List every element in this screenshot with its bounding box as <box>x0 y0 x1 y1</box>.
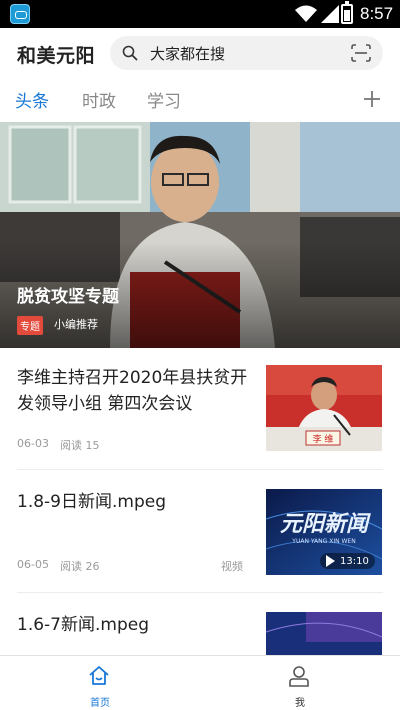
video-duration-badge: 13:10 <box>320 553 375 569</box>
nav-label-me: 我 <box>295 698 305 709</box>
battery-icon <box>341 1 353 24</box>
nav-item-home[interactable]: 首页 <box>0 656 200 710</box>
news-type-label: 视频 <box>221 560 243 573</box>
banner-title: 脱贫攻坚专题 <box>17 287 119 307</box>
search-icon <box>122 45 138 61</box>
banner-tag-badge: 专题 <box>17 316 43 335</box>
thumb-subtitle-text: YUAN YANG XIN WEN <box>291 538 355 545</box>
nav-item-me[interactable]: 我 <box>200 656 400 710</box>
news-title[interactable]: 李维主持召开2020年县扶贫开发领导小组 第四次会议 <box>17 365 249 417</box>
home-icon <box>89 666 109 685</box>
news-title[interactable]: 1.6-7新闻.mpeg <box>17 612 249 638</box>
video-thumbnail[interactable]: 元阳新闻 YUAN YANG XIN WEN 13:10 <box>266 489 382 575</box>
status-time: 8:57 <box>360 4 394 23</box>
search-box[interactable]: 大家都在搜 <box>110 36 383 70</box>
video-duration: 13:10 <box>340 556 369 567</box>
app-header: 和美元阳 大家都在搜 <box>0 28 400 78</box>
tab-study[interactable]: 学习 <box>147 87 181 112</box>
banner-subtitle: 小编推荐 <box>54 318 98 331</box>
wifi-icon <box>295 5 317 22</box>
news-date: 06-03 <box>17 437 49 450</box>
tab-politics[interactable]: 时政 <box>82 87 116 112</box>
play-icon <box>326 555 335 567</box>
video-thumbnail[interactable] <box>266 612 382 655</box>
scan-icon[interactable] <box>351 44 371 62</box>
news-thumbnail: 李 维 <box>266 365 382 451</box>
news-item[interactable]: 1.6-7新闻.mpeg <box>0 593 400 655</box>
signal-icon <box>321 5 339 23</box>
bottom-nav: 首页 我 <box>0 655 400 710</box>
news-date: 06-05 <box>17 558 49 571</box>
news-reads: 阅读 15 <box>60 439 100 452</box>
thumb-nameplate-text: 李 维 <box>313 433 334 445</box>
user-icon <box>289 666 309 687</box>
tab-headlines[interactable]: 头条 <box>15 87 49 112</box>
channel-tabs: 头条 时政 学习 <box>0 78 400 122</box>
search-placeholder[interactable]: 大家都在搜 <box>150 43 225 64</box>
plus-icon[interactable] <box>362 89 382 109</box>
status-bar: 8:57 <box>0 0 400 28</box>
news-reads: 阅读 26 <box>60 560 100 573</box>
featured-banner[interactable]: 脱贫攻坚专题 专题 小编推荐 <box>0 122 400 348</box>
news-title[interactable]: 1.8-9日新闻.mpeg <box>17 489 249 515</box>
thumb-title-text: 元阳新闻 <box>280 511 371 537</box>
app-notification-icon <box>10 4 30 24</box>
nav-label-home: 首页 <box>90 698 110 709</box>
news-item[interactable]: 李维主持召开2020年县扶贫开发领导小组 第四次会议 06-03 阅读 15 李… <box>0 348 400 470</box>
app-title: 和美元阳 <box>17 45 96 67</box>
news-item[interactable]: 1.8-9日新闻.mpeg 06-05 阅读 26 视频 元阳新闻 YUAN Y… <box>0 470 400 593</box>
